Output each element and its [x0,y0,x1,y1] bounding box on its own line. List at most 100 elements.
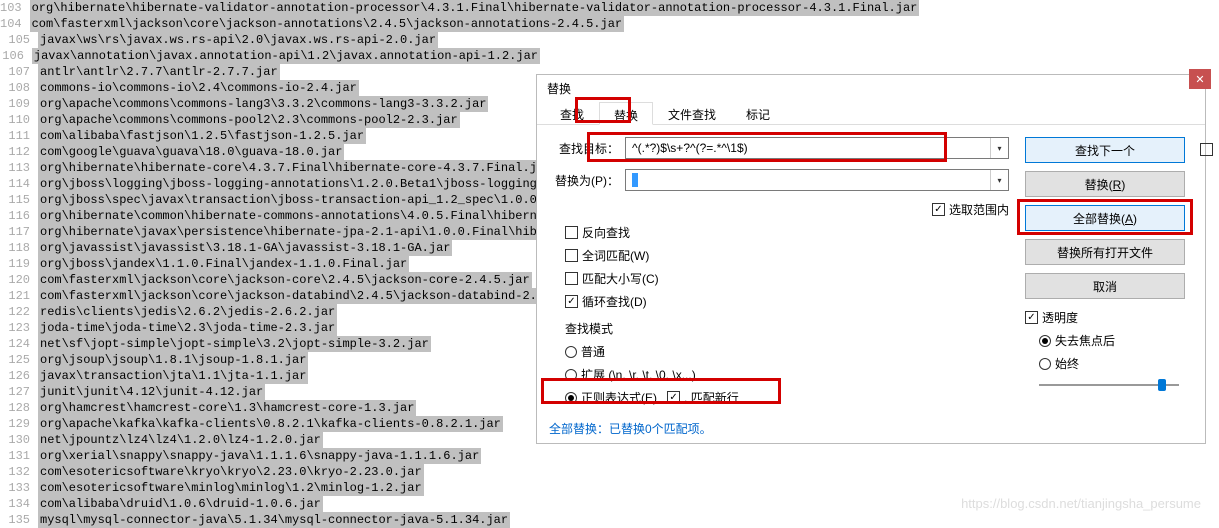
line-text[interactable]: org\jsoup\jsoup\1.8.1\jsoup-1.8.1.jar [38,352,308,368]
line-text[interactable]: com\esotericsoftware\kryo\kryo\2.23.0\kr… [38,464,424,480]
line-text[interactable]: com\fasterxml\jackson\core\jackson-datab… [38,288,539,304]
editor-line[interactable]: 120com\fasterxml\jackson\core\jackson-co… [0,272,540,288]
line-text[interactable]: org\javassist\javassist\3.18.1-GA\javass… [38,240,452,256]
line-text[interactable]: com\alibaba\druid\1.0.6\druid-1.0.6.jar [38,496,323,512]
tab-mark[interactable]: 标记 [731,101,785,124]
on-lose-focus-radio[interactable] [1039,335,1051,347]
mode-normal-radio[interactable] [565,346,577,358]
line-text[interactable]: org\apache\commons\commons-pool2\2.3\com… [38,112,460,128]
line-text[interactable]: javax\transaction\jta\1.1\jta-1.1.jar [38,368,308,384]
find-next-button[interactable]: 查找下一个 [1025,137,1185,163]
editor-line[interactable]: 122redis\clients\jedis\2.6.2\jedis-2.6.2… [0,304,540,320]
match-case-checkbox[interactable] [565,272,578,285]
line-text[interactable]: org\hibernate\common\hibernate-commons-a… [38,208,539,224]
find-next-extra-checkbox[interactable] [1200,143,1213,156]
editor-line[interactable]: 110org\apache\commons\commons-pool2\2.3\… [0,112,540,128]
line-text[interactable]: org\hibernate\hibernate-validator-annota… [30,0,920,16]
always-label: 始终 [1055,355,1079,372]
line-text[interactable]: org\apache\kafka\kafka-clients\0.8.2.1\k… [38,416,503,432]
in-selection-checkbox[interactable] [932,203,945,216]
editor-line[interactable]: 132com\esotericsoftware\kryo\kryo\2.23.0… [0,464,540,480]
line-text[interactable]: org\jboss\logging\jboss-logging-annotati… [38,176,539,192]
line-number: 105 [0,32,38,48]
line-text[interactable]: com\fasterxml\jackson\core\jackson-core\… [38,272,532,288]
line-text[interactable]: joda-time\joda-time\2.3\joda-time-2.3.ja… [38,320,337,336]
line-text[interactable]: com\google\guava\guava\18.0\guava-18.0.j… [38,144,344,160]
editor-line[interactable]: 115org\jboss\spec\javax\transaction\jbos… [0,192,540,208]
tab-findfiles[interactable]: 文件查找 [653,101,731,124]
editor-line[interactable]: 126javax\transaction\jta\1.1\jta-1.1.jar [0,368,540,384]
editor-line[interactable]: 111com\alibaba\fastjson\1.2.5\fastjson-1… [0,128,540,144]
editor-line[interactable]: 125org\jsoup\jsoup\1.8.1\jsoup-1.8.1.jar [0,352,540,368]
editor-line[interactable]: 130net\jpountz\lz4\lz4\1.2.0\lz4-1.2.0.j… [0,432,540,448]
transparency-checkbox[interactable] [1025,311,1038,324]
line-text[interactable]: com\alibaba\fastjson\1.2.5\fastjson-1.2.… [38,128,366,144]
cancel-button[interactable]: 取消 [1025,273,1185,299]
editor-line[interactable]: 117org\hibernate\javax\persistence\hiber… [0,224,540,240]
tab-replace[interactable]: 替换 [599,102,653,125]
chevron-down-icon[interactable]: ▾ [990,170,1008,190]
dialog-titlebar: 替换 [537,75,1205,101]
editor-line[interactable]: 108commons-io\commons-io\2.4\commons-io-… [0,80,540,96]
editor-line[interactable]: 134com\alibaba\druid\1.0.6\druid-1.0.6.j… [0,496,540,512]
tab-find[interactable]: 查找 [545,101,599,124]
line-number: 120 [0,272,38,288]
editor-line[interactable]: 129org\apache\kafka\kafka-clients\0.8.2.… [0,416,540,432]
line-text[interactable]: redis\clients\jedis\2.6.2\jedis-2.6.2.ja… [38,304,337,320]
whole-word-checkbox[interactable] [565,249,578,262]
editor-line[interactable]: 128org\hamcrest\hamcrest-core\1.3\hamcre… [0,400,540,416]
editor-area[interactable]: 103org\hibernate\hibernate-validator-ann… [0,0,540,525]
editor-line[interactable]: 131org\xerial\snappy\snappy-java\1.1.1.6… [0,448,540,464]
editor-line[interactable]: 106javax\annotation\javax.annotation-api… [0,48,540,64]
line-text[interactable]: junit\junit\4.12\junit-4.12.jar [38,384,265,400]
editor-line[interactable]: 116org\hibernate\common\hibernate-common… [0,208,540,224]
editor-line[interactable]: 119org\jboss\jandex\1.1.0.Final\jandex-1… [0,256,540,272]
line-text[interactable]: org\xerial\snappy\snappy-java\1.1.1.6\sn… [38,448,481,464]
replace-all-button[interactable]: 全部替换(A) [1025,205,1185,231]
backward-checkbox[interactable] [565,226,578,239]
editor-line[interactable]: 133com\esotericsoftware\minlog\minlog\1.… [0,480,540,496]
match-newline-checkbox[interactable] [667,391,680,404]
line-text[interactable]: net\jpountz\lz4\lz4\1.2.0\lz4-1.2.0.jar [38,432,323,448]
editor-line[interactable]: 114org\jboss\logging\jboss-logging-annot… [0,176,540,192]
mode-regex-radio[interactable] [565,392,577,404]
line-text[interactable]: javax\annotation\javax.annotation-api\1.… [32,48,540,64]
find-target-input[interactable]: ^(.*?)$\s+?^(?=.*^\1$) ▾ [625,137,1009,159]
editor-line[interactable]: 104com\fasterxml\jackson\core\jackson-an… [0,16,540,32]
editor-line[interactable]: 121com\fasterxml\jackson\core\jackson-da… [0,288,540,304]
replace-with-input[interactable]: ▾ [625,169,1009,191]
line-text[interactable]: com\fasterxml\jackson\core\jackson-annot… [30,16,625,32]
editor-line[interactable]: 109org\apache\commons\commons-lang3\3.3.… [0,96,540,112]
editor-line[interactable]: 135mysql\mysql-connector-java\5.1.34\mys… [0,512,540,528]
editor-line[interactable]: 118org\javassist\javassist\3.18.1-GA\jav… [0,240,540,256]
line-text[interactable]: org\apache\commons\commons-lang3\3.3.2\c… [38,96,488,112]
line-text[interactable]: org\hamcrest\hamcrest-core\1.3\hamcrest-… [38,400,416,416]
wrap-checkbox[interactable] [565,295,578,308]
line-text[interactable]: com\esotericsoftware\minlog\minlog\1.2\m… [38,480,424,496]
editor-line[interactable]: 107antlr\antlr\2.7.7\antlr-2.7.7.jar [0,64,540,80]
line-text[interactable]: org\jboss\spec\javax\transaction\jboss-t… [38,192,539,208]
chevron-down-icon[interactable]: ▾ [990,138,1008,158]
replace-button[interactable]: 替换(R) [1025,171,1185,197]
line-text[interactable]: net\sf\jopt-simple\jopt-simple\3.2\jopt-… [38,336,431,352]
line-text[interactable]: antlr\antlr\2.7.7\antlr-2.7.7.jar [38,64,280,80]
line-text[interactable]: org\jboss\jandex\1.1.0.Final\jandex-1.1.… [38,256,409,272]
always-radio[interactable] [1039,358,1051,370]
editor-line[interactable]: 103org\hibernate\hibernate-validator-ann… [0,0,540,16]
line-text[interactable]: org\hibernate\hibernate-core\4.3.7.Final… [38,160,539,176]
line-number: 129 [0,416,38,432]
line-text[interactable]: mysql\mysql-connector-java\5.1.34\mysql-… [38,512,510,528]
line-text[interactable]: commons-io\commons-io\2.4\commons-io-2.4… [38,80,359,96]
editor-line[interactable]: 105javax\ws\rs\javax.ws.rs-api\2.0\javax… [0,32,540,48]
editor-line[interactable]: 127junit\junit\4.12\junit-4.12.jar [0,384,540,400]
line-text[interactable]: org\hibernate\javax\persistence\hibernat… [38,224,539,240]
editor-line[interactable]: 113org\hibernate\hibernate-core\4.3.7.Fi… [0,160,540,176]
editor-line[interactable]: 124net\sf\jopt-simple\jopt-simple\3.2\jo… [0,336,540,352]
editor-line[interactable]: 123joda-time\joda-time\2.3\joda-time-2.3… [0,320,540,336]
mode-extended-radio[interactable] [565,369,577,381]
transparency-slider[interactable] [1039,378,1179,392]
editor-line[interactable]: 112com\google\guava\guava\18.0\guava-18.… [0,144,540,160]
replace-in-open-button[interactable]: 替换所有打开文件 [1025,239,1185,265]
line-text[interactable]: javax\ws\rs\javax.ws.rs-api\2.0\javax.ws… [38,32,438,48]
close-button[interactable]: ✕ [1189,69,1211,89]
